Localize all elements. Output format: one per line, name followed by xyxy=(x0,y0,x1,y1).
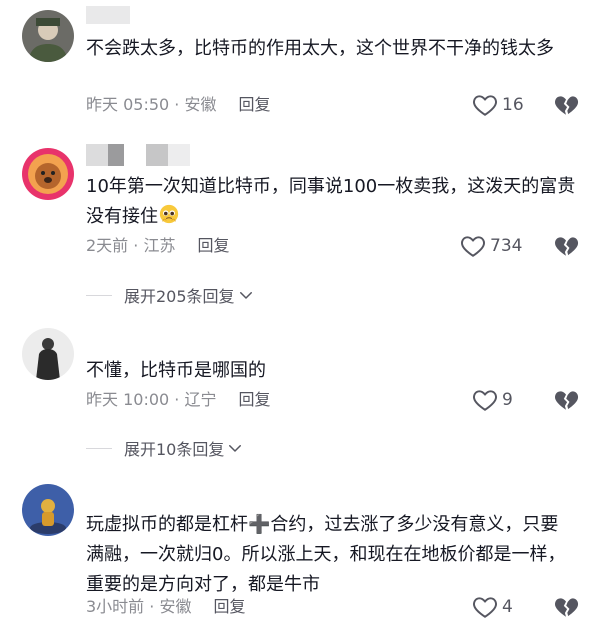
chevron-down-icon xyxy=(226,439,244,457)
like-button[interactable]: 734 xyxy=(460,233,522,259)
comment-text: 玩虚拟币的都是杠杆➕合约，过去涨了多少没有意义，只要满融，一次就归0。所以涨上天… xyxy=(86,514,566,595)
reply-button[interactable]: 回复 xyxy=(213,597,245,616)
username[interactable] xyxy=(86,6,130,32)
timestamp-location: 2天前 · 江苏 xyxy=(86,236,176,255)
chevron-down-icon xyxy=(237,286,255,304)
reply-button[interactable]: 回复 xyxy=(238,390,270,409)
dislike-button[interactable] xyxy=(553,387,579,413)
broken-heart-icon xyxy=(553,594,579,620)
expand-replies-label: 展开10条回复 xyxy=(124,440,225,459)
heart-outline-icon xyxy=(472,92,498,118)
like-count: 9 xyxy=(502,390,513,410)
avatar[interactable] xyxy=(22,10,74,62)
divider xyxy=(86,294,112,296)
dislike-button[interactable] xyxy=(553,233,579,259)
heart-outline-icon xyxy=(460,233,486,259)
avatar[interactable] xyxy=(22,328,74,380)
expand-replies-label: 展开205条回复 xyxy=(124,287,235,306)
avatar[interactable] xyxy=(22,148,74,200)
timestamp-location: 昨天 10:00 · 辽宁 xyxy=(86,390,217,409)
like-button[interactable]: 16 xyxy=(472,92,524,118)
avatar[interactable] xyxy=(22,484,74,536)
comment-text: 不会跌太多，比特币的作用太大，这个世界不干净的钱太多 xyxy=(86,38,554,59)
comment-text: 10年第一次知道比特币，同事说100一枚卖我，这泼天的富贵没有接住 xyxy=(86,172,576,232)
timestamp-location: 3小时前 · 安徽 xyxy=(86,597,192,616)
heart-outline-icon xyxy=(472,387,498,413)
expand-replies-button[interactable]: 展开205条回复 xyxy=(86,283,255,307)
reply-button[interactable]: 回复 xyxy=(238,95,270,114)
dislike-button[interactable] xyxy=(553,594,579,620)
comment-meta: 昨天 10:00 · 辽宁 回复 xyxy=(86,389,270,411)
like-button[interactable]: 4 xyxy=(472,594,513,620)
reply-button[interactable]: 回复 xyxy=(197,236,229,255)
broken-heart-icon xyxy=(553,387,579,413)
comment-text: 不懂，比特币是哪国的 xyxy=(86,360,266,381)
timestamp-location: 昨天 05:50 · 安徽 xyxy=(86,95,217,114)
comment-meta: 2天前 · 江苏 回复 xyxy=(86,235,229,257)
like-count: 16 xyxy=(502,95,524,115)
like-button[interactable]: 9 xyxy=(472,387,513,413)
pleading-face-emoji xyxy=(159,204,179,224)
comment-meta: 昨天 05:50 · 安徽 回复 xyxy=(86,94,270,116)
divider xyxy=(86,447,112,449)
expand-replies-button[interactable]: 展开10条回复 xyxy=(86,436,244,460)
comment-meta: 3小时前 · 安徽 回复 xyxy=(86,596,245,618)
heart-outline-icon xyxy=(472,594,498,620)
like-count: 734 xyxy=(490,236,523,256)
dislike-button[interactable] xyxy=(553,92,579,118)
like-count: 4 xyxy=(502,597,513,617)
username[interactable] xyxy=(86,144,190,170)
broken-heart-icon xyxy=(553,92,579,118)
broken-heart-icon xyxy=(553,233,579,259)
